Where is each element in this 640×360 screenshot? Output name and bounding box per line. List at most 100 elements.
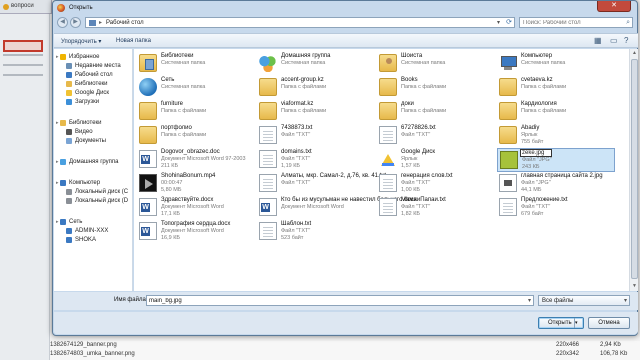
nav-item[interactable]: ▸ Избранное (54, 53, 133, 62)
filetype-select[interactable]: Все файлы ▾ (538, 295, 630, 306)
filename-dropdown-icon[interactable]: ▾ (528, 297, 531, 304)
file-item[interactable]: viaformat.kz Папка с файлами (257, 100, 375, 124)
nav-item[interactable]: Локальный диск (C (54, 188, 133, 197)
nav-item[interactable]: Недавние места (54, 62, 133, 71)
filename-field[interactable]: ▾ (146, 295, 534, 306)
file-item[interactable]: ShohinaBonum.mp4 00:00:47 5,80 МБ (137, 172, 255, 196)
expand-caret-icon[interactable]: ▸ (56, 54, 59, 60)
nav-item[interactable]: Рабочий стол (54, 71, 133, 80)
file-item[interactable]: Кардиология Папка с файлами (497, 100, 615, 124)
forward-button[interactable]: ▶ (70, 17, 81, 28)
close-button[interactable]: ✕ (597, 1, 631, 12)
file-item[interactable]: Предложение.txt Файл "TXT" 679 байт (497, 196, 615, 220)
file-item[interactable]: Кто бы из мусульман не навестил больного… (257, 196, 417, 220)
file-item[interactable]: МамаиПапаи.txt Файл "TXT" 1,82 КБ (377, 196, 495, 220)
open-split-dropdown-icon[interactable]: ▾ (574, 318, 583, 328)
help-icon[interactable]: ? (624, 36, 628, 45)
file-item[interactable]: Библиотеки Системная папка (137, 52, 255, 76)
filename-input[interactable] (147, 296, 517, 305)
nav-item[interactable]: Библиотеки (54, 80, 133, 89)
preview-pane-icon[interactable]: ▭ (610, 36, 618, 45)
background-file-row[interactable]: 1382674803_umka_banner.png 220x342 106,7… (50, 350, 640, 359)
breadcrumb[interactable]: Рабочий стол (106, 20, 144, 26)
background-highlight (3, 40, 43, 52)
file-name: Abadiy (521, 125, 540, 131)
file-item[interactable]: Abadiy Ярлык 755 байт (497, 124, 615, 148)
search-input[interactable] (520, 18, 620, 27)
computer-icon (499, 54, 517, 72)
file-item[interactable]: zeke.jpg Файл "JPG" 243 КБ (497, 148, 615, 172)
nav-item[interactable]: ▸ Сеть (54, 218, 133, 227)
file-item[interactable]: domains.txt Файл "TXT" 1,19 КБ (257, 148, 375, 172)
nav-item[interactable]: ▸ Компьютер (54, 179, 133, 188)
file-item[interactable]: главная страница сайта 2.jpg Файл "JPG" 44… (497, 172, 615, 196)
open-button[interactable]: Открыть ▾ (538, 317, 584, 329)
expand-caret-icon[interactable]: ▸ (56, 180, 59, 186)
file-item[interactable]: cvetaeva.kz Папка с файлами (497, 76, 615, 100)
homegroup-icon (60, 159, 66, 165)
file-item[interactable]: Books Папка с файлами (377, 76, 495, 100)
file-item[interactable]: furniture Папка с файлами (137, 100, 255, 124)
close-icon: ✕ (611, 2, 617, 9)
expand-caret-icon[interactable]: ▸ (56, 120, 59, 126)
file-item[interactable]: Google Диск Ярлык 1,57 КБ (377, 148, 495, 172)
file-item[interactable]: Домашняя группа Системная папка (257, 52, 375, 76)
file-item[interactable]: Здравствуйте.docxДокумент Microsoft Word… (137, 196, 255, 220)
file-name: Books (401, 77, 418, 83)
nav-item-label: Сеть (69, 219, 83, 225)
toolbar: Упорядочить ▾ Новая папка ▦ ▭ ? (54, 33, 638, 48)
file-item[interactable]: 67278826.txt Файл "TXT" (377, 124, 495, 148)
search-icon[interactable]: ⌕ (626, 19, 630, 27)
browser-tab[interactable]: вопроси (0, 0, 52, 14)
dialog-titlebar[interactable]: Открыть ✕ (53, 1, 637, 15)
background-line (3, 54, 43, 56)
scroll-up-icon[interactable]: ▲ (631, 50, 638, 57)
text-file-icon (379, 174, 397, 192)
nav-item[interactable]: ▸ Домашняя группа (54, 158, 133, 167)
file-item[interactable]: Компьютер Системная папка (497, 52, 615, 76)
chevron-down-icon: ▾ (623, 298, 627, 304)
rename-field[interactable]: zeke.jpg (520, 149, 552, 157)
expand-caret-icon[interactable]: ▸ (56, 159, 59, 165)
word-document-icon (139, 198, 157, 216)
file-item[interactable]: портфолио Папка с файлами (137, 124, 255, 148)
nav-item[interactable]: Google Диск (54, 89, 133, 98)
nav-item[interactable]: SHOKA (54, 236, 133, 245)
background-file-row[interactable]: 1382674129_banner.png 220x466 2,94 Kb (50, 341, 640, 350)
file-name: Dogovor_obrazec.doc (161, 149, 220, 155)
file-item[interactable]: доки Папка с файлами (377, 100, 495, 124)
nav-item[interactable]: Загрузки (54, 98, 133, 107)
scroll-down-icon[interactable]: ▼ (631, 283, 638, 290)
new-folder-button[interactable]: Новая папка (116, 38, 151, 44)
organize-button[interactable]: Упорядочить ▾ (61, 38, 101, 45)
address-dropdown-icon[interactable]: ▾ (497, 19, 500, 26)
file-item[interactable]: Шоиста Системная папка (377, 52, 495, 76)
file-item[interactable]: Dogovor_obrazec.docДокумент Microsoft Wo… (137, 148, 255, 172)
nav-item[interactable]: Локальный диск (D (54, 197, 133, 206)
file-item[interactable]: Шаблон.txt Файл "TXT" 523 байт (257, 220, 375, 244)
expand-caret-icon[interactable]: ▸ (56, 219, 59, 225)
back-button[interactable]: ◀ (57, 17, 68, 28)
search-box[interactable]: ⌕ (519, 17, 633, 28)
nav-item[interactable]: Документы (54, 137, 133, 146)
file-item[interactable]: accent-group.kz Папка с файлами (257, 76, 375, 100)
file-item[interactable]: генерация слов.txt Файл "TXT" 1,00 КБ (377, 172, 495, 196)
desktop-icon (89, 20, 96, 26)
address-bar[interactable]: ▸ Рабочий стол ▾ ⟳ (85, 17, 515, 28)
file-item[interactable]: Топография сердца.docxДокумент Microsoft… (137, 220, 255, 244)
file-item[interactable]: Сеть Системная папка (137, 76, 255, 100)
scrollbar-thumb[interactable] (631, 59, 638, 279)
file-item[interactable]: 7438873.txt Файл "TXT" (257, 124, 375, 148)
nav-item[interactable]: ADMIN-XXX (54, 227, 133, 236)
view-options-icon[interactable]: ▦ (594, 36, 602, 45)
nav-item[interactable]: ▸ Библиотеки (54, 119, 133, 128)
file-item[interactable]: Алматы, мкр. Самал-2, д.76, кв. 41.txt Фа… (257, 172, 386, 196)
cancel-button[interactable]: Отмена (588, 317, 630, 329)
desktop-icon (66, 72, 72, 78)
computer-icon (60, 180, 66, 186)
vertical-scrollbar[interactable]: ▲ ▼ (629, 49, 638, 291)
file-type: Ярлык (521, 132, 538, 138)
nav-item-label: Домашняя группа (69, 159, 119, 165)
refresh-icon[interactable]: ⟳ (506, 18, 512, 26)
nav-item[interactable]: Видео (54, 128, 133, 137)
